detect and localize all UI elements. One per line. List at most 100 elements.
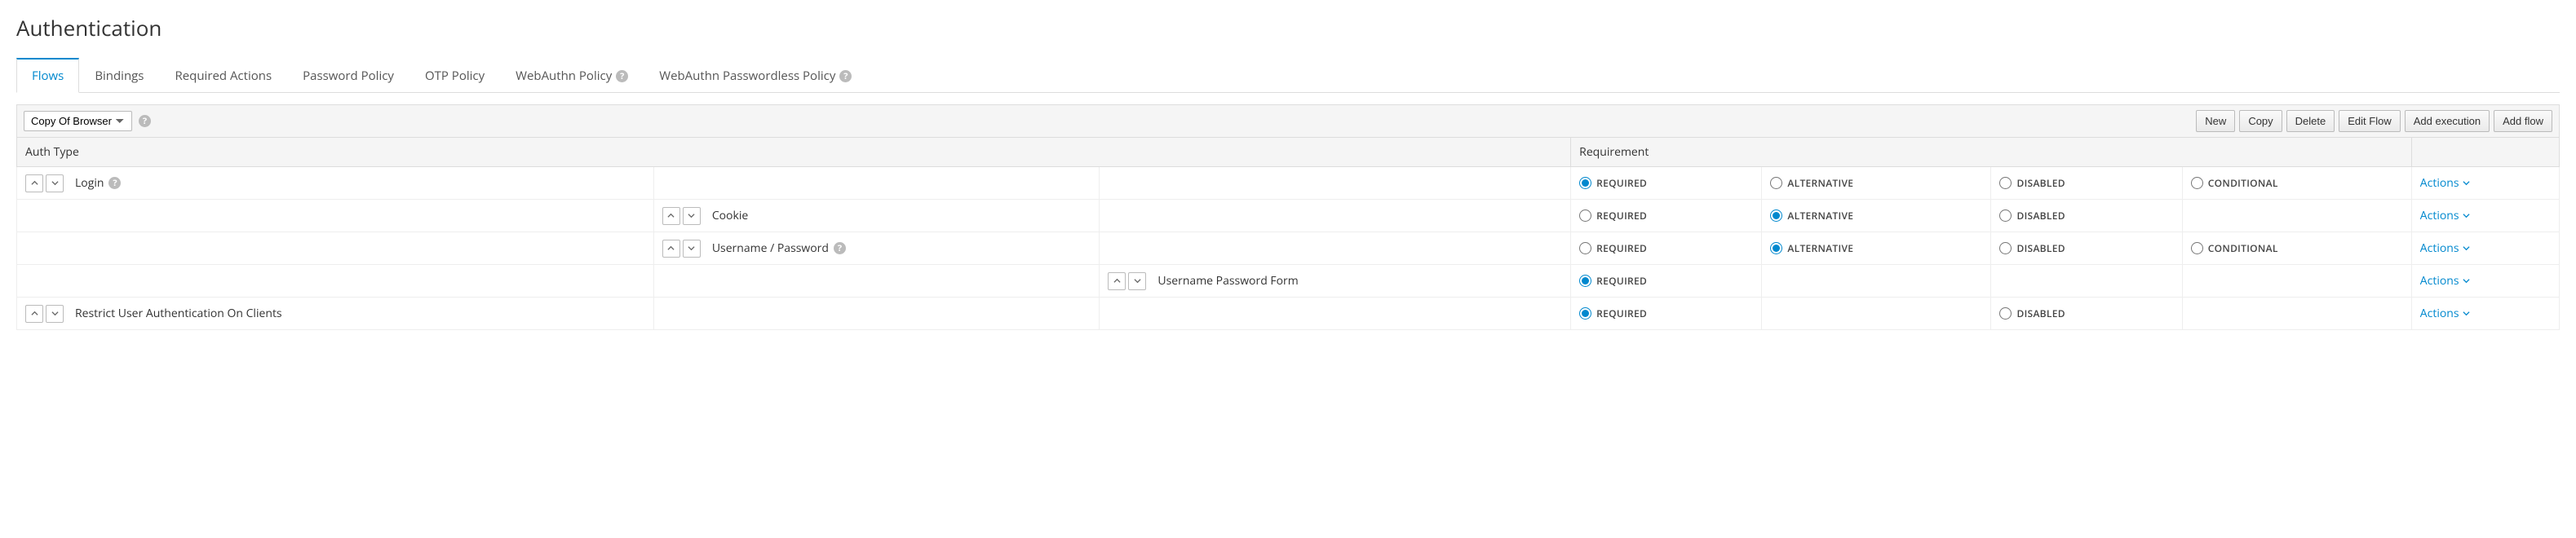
requirement-radio[interactable] — [1770, 242, 1782, 254]
header-requirement: Requirement — [1571, 138, 2412, 167]
requirement-cell-required: REQUIRED — [1571, 232, 1762, 265]
requirement-radio[interactable] — [1579, 242, 1591, 254]
tab-bindings[interactable]: Bindings — [79, 58, 159, 93]
requirement-radio[interactable] — [1999, 307, 2012, 320]
actions-dropdown[interactable]: Actions — [2420, 273, 2470, 289]
requirement-label: DISABLED — [2016, 176, 2065, 190]
requirement-radio[interactable] — [1579, 275, 1591, 287]
requirement-radio[interactable] — [2191, 242, 2203, 254]
add-execution-button[interactable]: Add execution — [2405, 110, 2490, 132]
tab-label: WebAuthn Policy — [516, 68, 612, 84]
requirement-radio[interactable] — [1579, 307, 1591, 320]
requirement-cell-alternative: ALTERNATIVE — [1762, 200, 1991, 232]
tab-label: WebAuthn Passwordless Policy — [659, 68, 835, 84]
requirement-option-conditional[interactable]: CONDITIONAL — [2191, 241, 2403, 255]
auth-cell-level-1: Cookie — [653, 200, 1100, 232]
table-row: Login? REQUIRED ALTERNATIVE DISABLED CON… — [17, 167, 2560, 200]
table-row: Username Password Form REQUIRED Actions — [17, 265, 2560, 298]
auth-cell-level-1 — [653, 265, 1100, 298]
move-down-button[interactable] — [46, 174, 64, 192]
toolbar-button-group: NewCopyDeleteEdit FlowAdd executionAdd f… — [2196, 110, 2552, 132]
requirement-radio[interactable] — [1579, 209, 1591, 222]
tab-label: Flows — [32, 68, 64, 84]
requirement-label: REQUIRED — [1596, 306, 1647, 320]
actions-dropdown[interactable]: Actions — [2420, 208, 2470, 223]
move-up-button[interactable] — [1108, 272, 1126, 290]
delete-button[interactable]: Delete — [2286, 110, 2335, 132]
requirement-option-disabled[interactable]: DISABLED — [1999, 241, 2173, 255]
auth-cell-level-0 — [17, 265, 654, 298]
requirement-cell-conditional — [2182, 200, 2411, 232]
requirement-cell-disabled: DISABLED — [1991, 298, 2182, 330]
requirement-option-alternative[interactable]: ALTERNATIVE — [1770, 176, 1982, 190]
tab-webauthn-policy[interactable]: WebAuthn Policy? — [500, 58, 644, 93]
chevron-down-icon — [2463, 245, 2470, 252]
requirement-option-alternative[interactable]: ALTERNATIVE — [1770, 209, 1982, 223]
requirement-cell-conditional: CONDITIONAL — [2182, 167, 2411, 200]
requirement-label: REQUIRED — [1596, 176, 1647, 190]
requirement-radio[interactable] — [1579, 177, 1591, 189]
requirement-option-alternative[interactable]: ALTERNATIVE — [1770, 241, 1982, 255]
actions-dropdown[interactable]: Actions — [2420, 175, 2470, 191]
requirement-label: CONDITIONAL — [2208, 176, 2278, 190]
requirement-radio[interactable] — [1770, 177, 1782, 189]
requirement-option-disabled[interactable]: DISABLED — [1999, 306, 2173, 320]
requirement-option-disabled[interactable]: DISABLED — [1999, 209, 2173, 223]
auth-cell-level-0: Login? — [17, 167, 654, 200]
tab-webauthn-passwordless-policy[interactable]: WebAuthn Passwordless Policy? — [644, 58, 867, 93]
requirement-cell-alternative: ALTERNATIVE — [1762, 167, 1991, 200]
move-up-button[interactable] — [662, 240, 680, 258]
requirement-option-required[interactable]: REQUIRED — [1579, 209, 1753, 223]
move-down-button[interactable] — [683, 240, 701, 258]
requirement-radio[interactable] — [1999, 209, 2012, 222]
requirement-cell-required: REQUIRED — [1571, 200, 1762, 232]
chevron-down-icon — [2463, 212, 2470, 219]
move-up-button[interactable] — [25, 305, 43, 323]
requirement-option-required[interactable]: REQUIRED — [1579, 176, 1753, 190]
requirement-radio[interactable] — [1770, 209, 1782, 222]
help-icon[interactable]: ? — [108, 177, 121, 189]
requirement-radio[interactable] — [2191, 177, 2203, 189]
requirement-cell-conditional — [2182, 298, 2411, 330]
requirement-option-conditional[interactable]: CONDITIONAL — [2191, 176, 2403, 190]
tab-password-policy[interactable]: Password Policy — [287, 58, 409, 93]
requirement-option-required[interactable]: REQUIRED — [1579, 306, 1753, 320]
move-up-button[interactable] — [662, 207, 680, 225]
actions-dropdown[interactable]: Actions — [2420, 306, 2470, 321]
requirement-label: ALTERNATIVE — [1787, 176, 1853, 190]
add-flow-button[interactable]: Add flow — [2494, 110, 2552, 132]
help-icon[interactable]: ? — [839, 70, 852, 82]
move-down-button[interactable] — [683, 207, 701, 225]
requirement-cell-disabled: DISABLED — [1991, 200, 2182, 232]
help-icon[interactable]: ? — [834, 242, 846, 254]
move-down-button[interactable] — [46, 305, 64, 323]
tab-otp-policy[interactable]: OTP Policy — [409, 58, 500, 93]
edit-flow-button[interactable]: Edit Flow — [2339, 110, 2400, 132]
move-down-button[interactable] — [1128, 272, 1146, 290]
actions-label: Actions — [2420, 208, 2459, 223]
requirement-option-required[interactable]: REQUIRED — [1579, 274, 1753, 288]
flow-select[interactable]: Copy Of Browser — [24, 111, 132, 131]
help-icon[interactable]: ? — [139, 115, 151, 127]
copy-button[interactable]: Copy — [2239, 110, 2282, 132]
auth-cell-level-1 — [653, 167, 1100, 200]
actions-dropdown[interactable]: Actions — [2420, 240, 2470, 256]
new-button[interactable]: New — [2196, 110, 2235, 132]
requirement-option-disabled[interactable]: DISABLED — [1999, 176, 2173, 190]
auth-cell-level-2 — [1100, 200, 1571, 232]
tab-flows[interactable]: Flows — [16, 58, 79, 93]
tab-required-actions[interactable]: Required Actions — [159, 58, 287, 93]
requirement-label: REQUIRED — [1596, 274, 1647, 288]
help-icon[interactable]: ? — [616, 70, 628, 82]
actions-cell: Actions — [2411, 232, 2559, 265]
tab-label: OTP Policy — [425, 68, 485, 84]
auth-cell-level-2 — [1100, 167, 1571, 200]
requirement-radio[interactable] — [1999, 242, 2012, 254]
tab-label: Bindings — [95, 68, 144, 84]
chevron-down-icon — [2463, 277, 2470, 284]
tab-bar: Flows Bindings Required ActionsPassword Po… — [16, 57, 2560, 93]
requirement-option-required[interactable]: REQUIRED — [1579, 241, 1753, 255]
move-up-button[interactable] — [25, 174, 43, 192]
requirement-radio[interactable] — [1999, 177, 2012, 189]
requirement-cell-required: REQUIRED — [1571, 167, 1762, 200]
